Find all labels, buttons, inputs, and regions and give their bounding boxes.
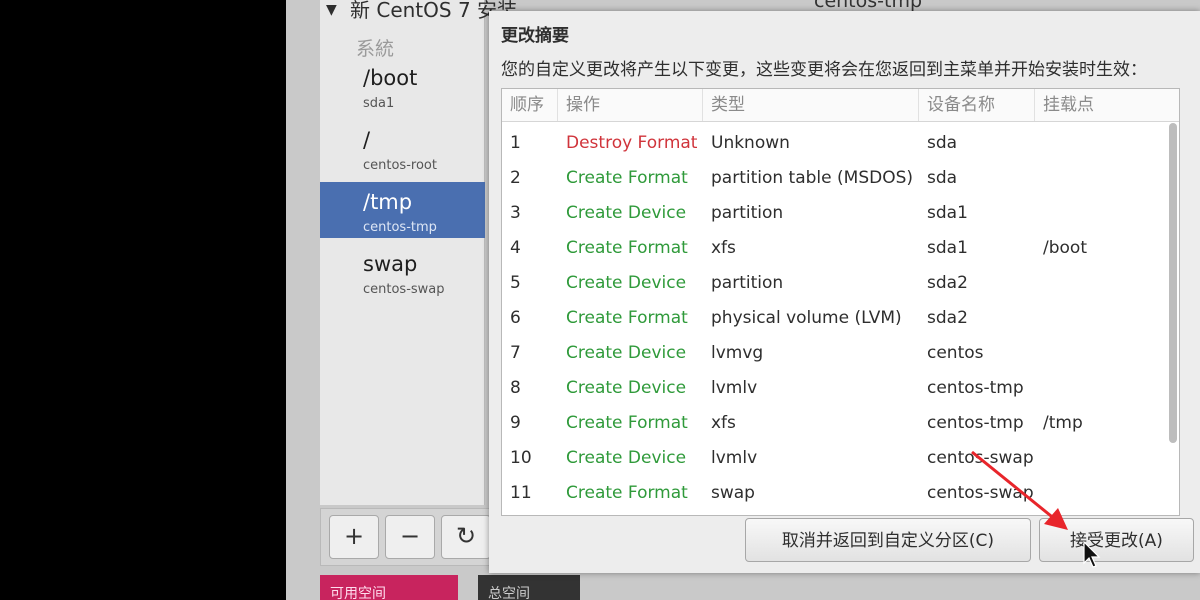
tree-item-device: sda1 [363, 96, 395, 111]
cell-action: Create Format [566, 483, 688, 503]
cell-mount [1035, 196, 1043, 231]
cell-action: Create Format [566, 238, 688, 258]
cell-type: physical volume (LVM) [711, 308, 902, 328]
left-black-region [0, 0, 286, 600]
cell-type: lvmlv [711, 448, 758, 468]
tree-item-mount: / [363, 128, 371, 152]
cell-mount: /boot [1043, 238, 1087, 258]
tree-item-device: centos-swap [363, 282, 445, 297]
total-space-tag: 总空间 [478, 575, 580, 600]
cell-order: 10 [510, 448, 532, 468]
cell-order: 5 [510, 273, 521, 293]
available-space-tag: 可用空间 [320, 575, 458, 600]
cell-order: 4 [510, 238, 521, 258]
mouse-cursor-icon [1083, 541, 1101, 568]
cell-device: sda [927, 168, 958, 188]
tree-item-root[interactable]: / centos-root [320, 120, 485, 176]
cell-type: lvmvg [711, 343, 764, 363]
column-header-type[interactable]: 类型 [703, 89, 919, 121]
cell-order: 11 [510, 483, 532, 503]
cell-action: Create Device [566, 203, 687, 223]
cell-device: sda1 [927, 203, 968, 223]
table-row[interactable]: 3 Create Device partition sda1 [502, 196, 1179, 231]
tree-item-device: centos-tmp [363, 220, 437, 235]
column-header-order[interactable]: 顺序 [502, 89, 558, 121]
cell-device: sda2 [927, 273, 968, 293]
cell-type: xfs [711, 413, 736, 433]
cell-action: Create Format [566, 168, 688, 188]
table-scrollbar[interactable] [1169, 123, 1177, 443]
cell-order: 1 [510, 133, 521, 153]
table-row[interactable]: 8 Create Device lvmlv centos-tmp [502, 371, 1179, 406]
cell-type: partition table (MSDOS) [711, 168, 913, 188]
expand-triangle-icon[interactable]: ▼ [326, 2, 337, 18]
cell-order: 2 [510, 168, 521, 188]
cell-device: sda1 [927, 238, 968, 258]
cell-mount [1035, 336, 1043, 371]
cell-action: Create Device [566, 343, 687, 363]
cell-order: 9 [510, 413, 521, 433]
cell-action: Destroy Format [566, 133, 698, 153]
annotation-arrow-icon [971, 450, 1068, 530]
table-row[interactable]: 7 Create Device lvmvg centos [502, 336, 1179, 371]
cell-action: Create Device [566, 273, 687, 293]
cell-mount [1035, 371, 1043, 406]
tree-item-tmp[interactable]: /tmp centos-tmp [320, 182, 485, 238]
cell-device: sda2 [927, 308, 968, 328]
tree-item-boot[interactable]: /boot sda1 [320, 58, 485, 114]
refresh-icon: ↻ [455, 522, 477, 550]
tree-item-device: centos-root [363, 158, 437, 173]
table-row[interactable]: 6 Create Format physical volume (LVM) sda2 [502, 301, 1179, 336]
cell-mount [1035, 301, 1043, 336]
cell-device: centos-tmp [927, 413, 1024, 433]
cell-device: centos [927, 343, 984, 363]
table-row[interactable]: 5 Create Device partition sda2 [502, 266, 1179, 301]
dialog-description: 您的自定义更改将产生以下变更，这些变更将会在您返回到主菜单并开始安装时生效： [501, 60, 1147, 80]
cell-mount [1035, 126, 1043, 161]
tree-group-system: 系統 [356, 38, 395, 60]
cell-order: 3 [510, 203, 521, 223]
cell-type: lvmlv [711, 378, 758, 398]
table-row[interactable]: 4 Create Format xfs sda1/boot [502, 231, 1179, 266]
cell-device: centos-tmp [927, 378, 1024, 398]
table-row[interactable]: 1 Destroy Format Unknown sda [502, 126, 1179, 161]
cell-type: Unknown [711, 133, 790, 153]
cell-order: 6 [510, 308, 521, 328]
tree-item-mount: swap [363, 252, 418, 276]
cell-order: 8 [510, 378, 521, 398]
cell-mount: /tmp [1043, 413, 1083, 433]
table-row[interactable]: 2 Create Format partition table (MSDOS) sda [502, 161, 1179, 196]
column-header-mount[interactable]: 挂载点 [1035, 89, 1179, 121]
add-partition-button[interactable]: + [329, 515, 379, 559]
cell-mount [1035, 161, 1043, 196]
cell-action: Create Format [566, 308, 688, 328]
partition-toolbar: + − ↻ [320, 508, 492, 566]
remove-partition-button[interactable]: − [385, 515, 435, 559]
tree-item-mount: /boot [363, 66, 418, 90]
cell-action: Create Format [566, 413, 688, 433]
cell-type: partition [711, 203, 784, 223]
cell-order: 7 [510, 343, 521, 363]
cell-type: swap [711, 483, 755, 503]
cell-type: xfs [711, 238, 736, 258]
column-header-action[interactable]: 操作 [558, 89, 703, 121]
tree-item-mount: /tmp [363, 190, 413, 214]
cell-device: sda [927, 133, 958, 153]
table-header: 顺序 操作 类型 设备名称 挂载点 [502, 89, 1179, 122]
cell-action: Create Device [566, 378, 687, 398]
table-row[interactable]: 9 Create Format xfs centos-tmp/tmp [502, 406, 1179, 441]
column-header-device[interactable]: 设备名称 [919, 89, 1035, 121]
dialog-title: 更改摘要 [501, 26, 569, 46]
tree-item-swap[interactable]: swap centos-swap [320, 244, 485, 300]
cell-action: Create Device [566, 448, 687, 468]
cell-mount [1035, 266, 1043, 301]
refresh-button[interactable]: ↻ [441, 515, 491, 559]
cell-type: partition [711, 273, 784, 293]
